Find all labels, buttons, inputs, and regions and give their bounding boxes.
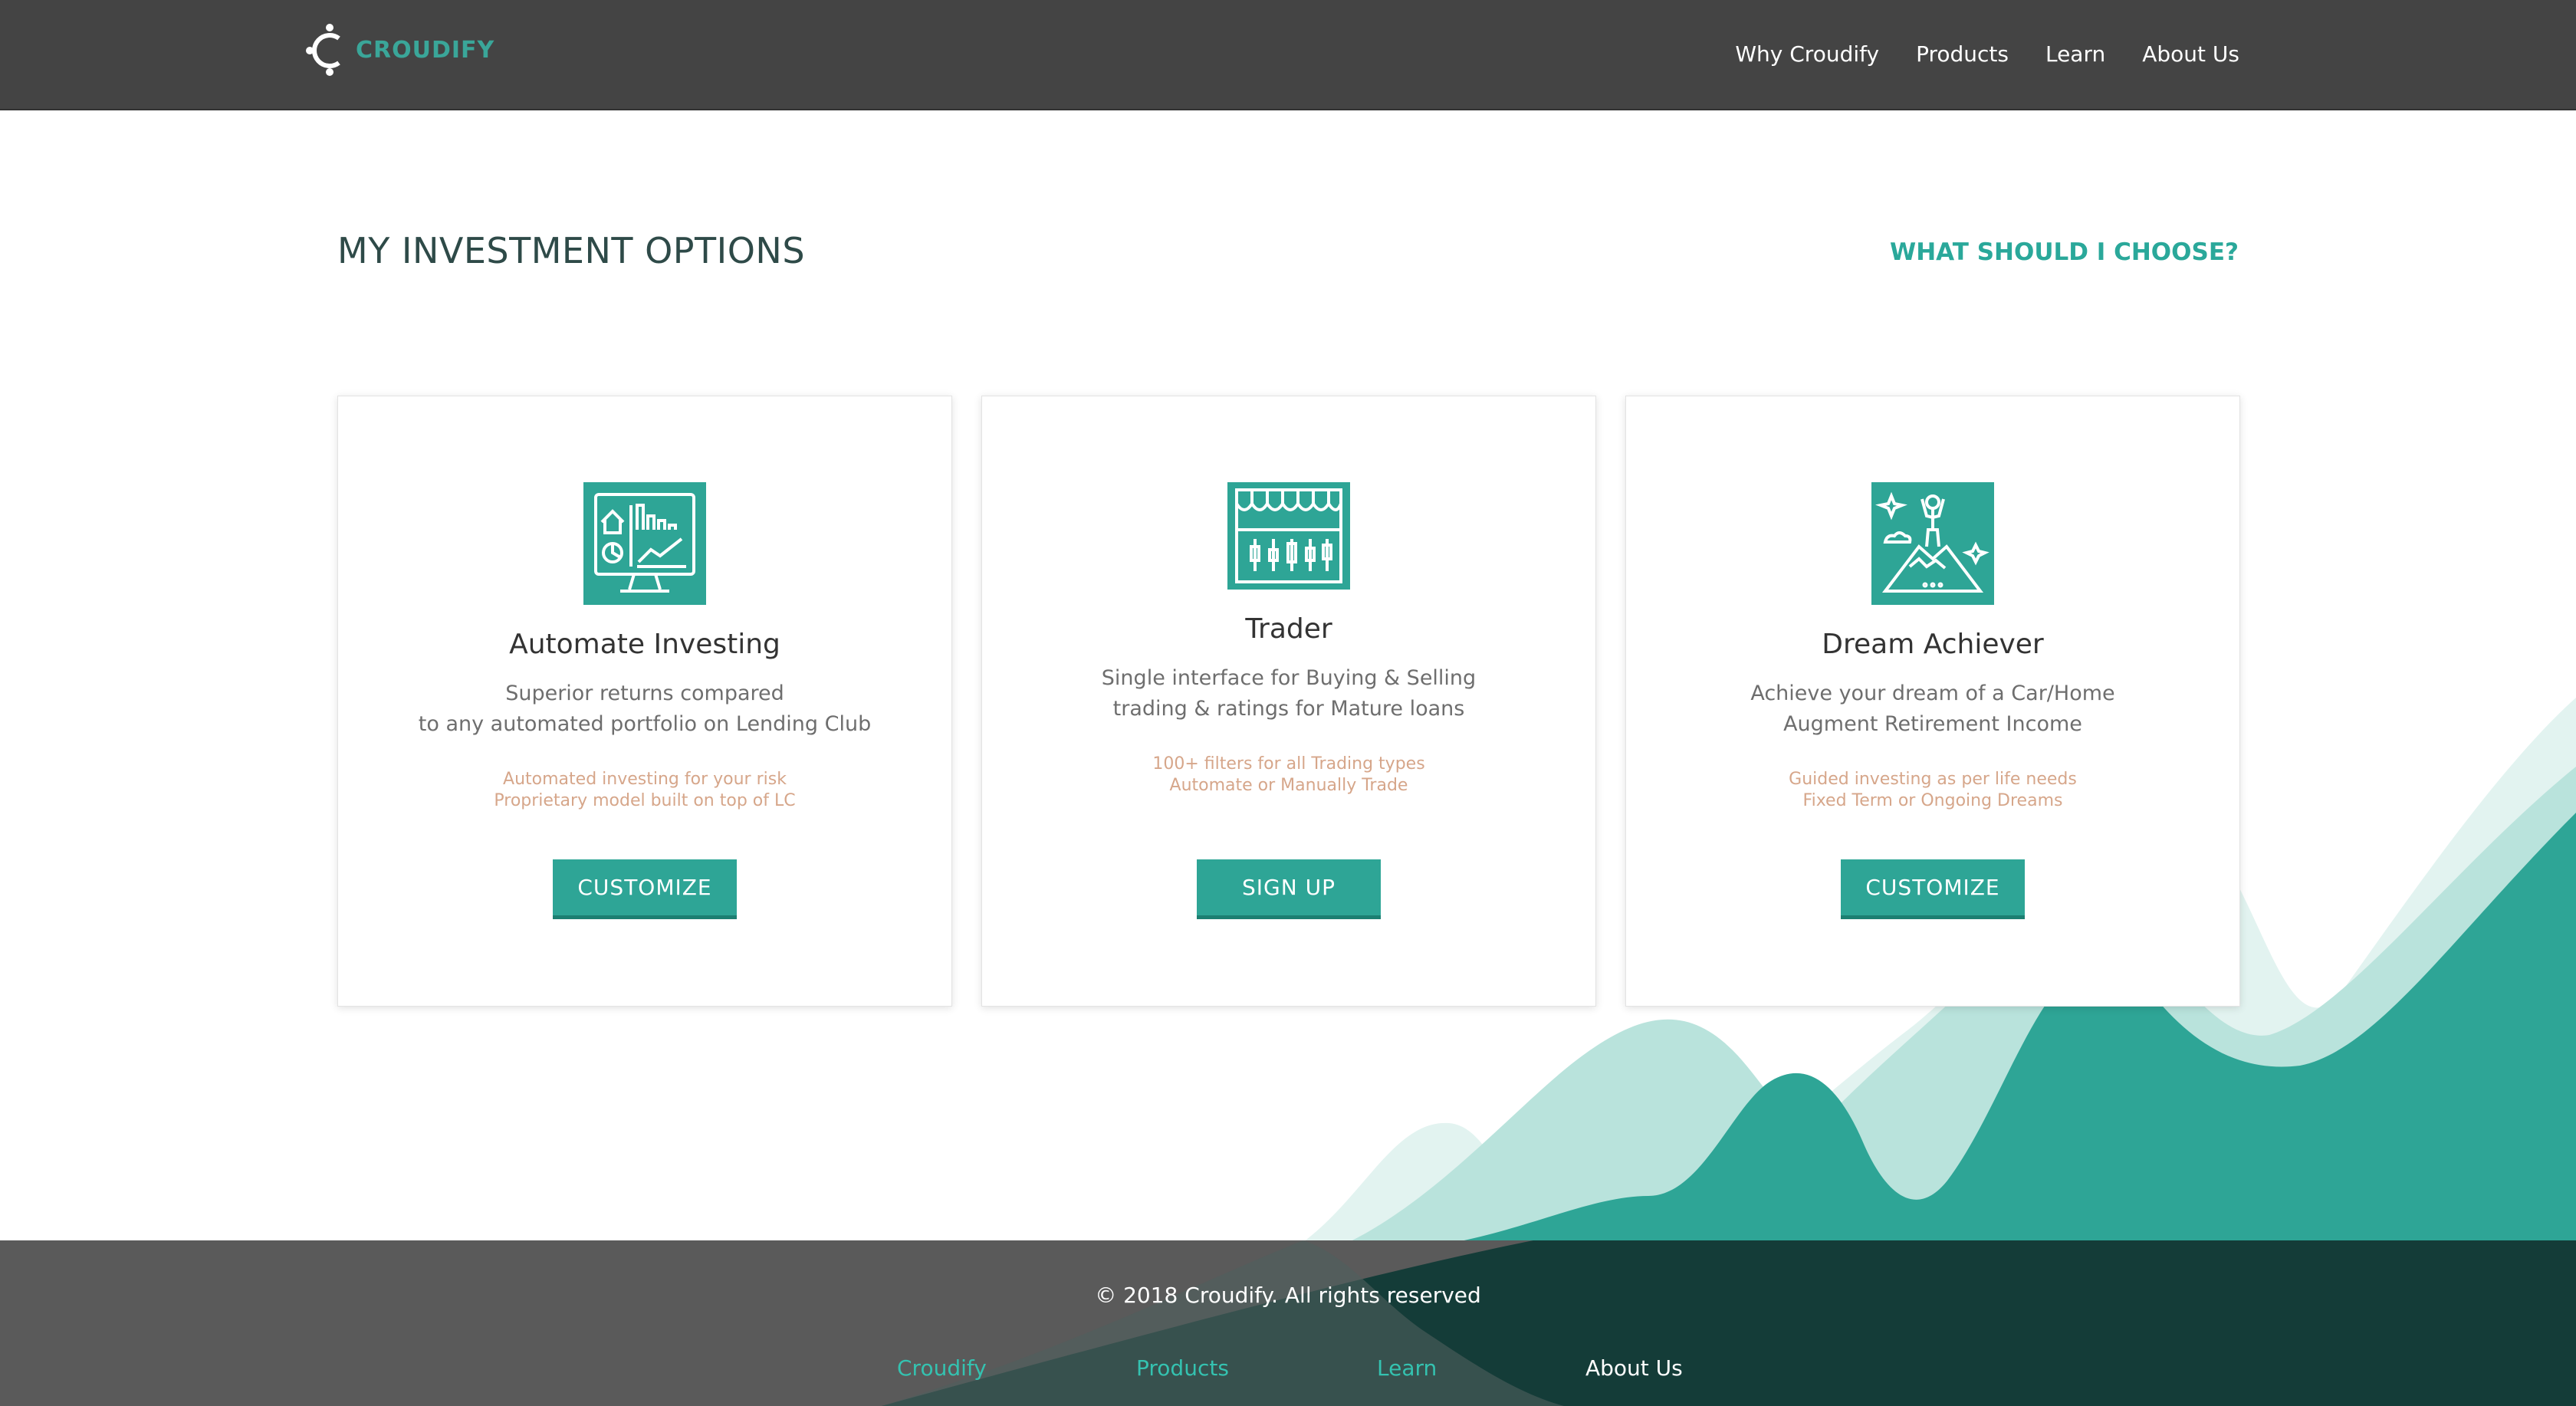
copyright-text: © 2018 Croudify. All rights reserved xyxy=(1095,1283,1481,1308)
mountain-summit-icon xyxy=(1871,482,1994,605)
what-should-i-choose-link[interactable]: WHAT SHOULD I CHOOSE? xyxy=(1890,238,2239,266)
page-title: MY INVESTMENT OPTIONS xyxy=(337,230,806,271)
card-description: Superior returns compared to any automat… xyxy=(418,682,872,736)
card-automate-investing: Automate Investing Superior returns comp… xyxy=(337,396,952,1007)
nav-about-us[interactable]: About Us xyxy=(2142,41,2239,67)
main-nav: Why Croudify Products Learn About Us xyxy=(1698,41,2239,67)
card-title: Automate Investing xyxy=(509,629,780,660)
footer-links: Croudify Products Learn About Us xyxy=(0,1355,2576,1386)
nav-products[interactable]: Products xyxy=(1916,41,2009,67)
brand-logo[interactable]: CROUDIFY xyxy=(305,23,495,77)
card-title: Trader xyxy=(1245,613,1332,645)
footer-link-learn[interactable]: Learn xyxy=(1377,1355,1437,1381)
nav-learn[interactable]: Learn xyxy=(2045,41,2105,67)
footer-link-croudify[interactable]: Croudify xyxy=(897,1355,987,1381)
nav-why-croudify[interactable]: Why Croudify xyxy=(1735,41,1879,67)
card-note: Automated investing for your risk Propri… xyxy=(494,770,796,810)
card-dream-achiever: Dream Achiever Achieve your dream of a C… xyxy=(1625,396,2240,1007)
card-title: Dream Achiever xyxy=(1822,629,2044,660)
top-navbar: CROUDIFY Why Croudify Products Learn Abo… xyxy=(0,0,2576,110)
market-stall-icon xyxy=(1227,482,1350,590)
customize-button[interactable]: CUSTOMIZE xyxy=(553,859,737,919)
sign-up-button[interactable]: SIGN UP xyxy=(1197,859,1381,919)
customize-button[interactable]: CUSTOMIZE xyxy=(1841,859,2025,919)
page-footer: © 2018 Croudify. All rights reserved Cro… xyxy=(0,1240,2576,1406)
card-note: Guided investing as per life needs Fixed… xyxy=(1789,770,2077,810)
footer-link-about-us[interactable]: About Us xyxy=(1585,1355,1683,1381)
card-note: 100+ filters for all Trading types Autom… xyxy=(1152,754,1425,795)
card-description: Single interface for Buying & Selling tr… xyxy=(1101,666,1477,721)
card-trader: Trader Single interface for Buying & Sel… xyxy=(981,396,1596,1007)
card-description: Achieve your dream of a Car/Home Augment… xyxy=(1750,682,2115,736)
brand-name: CROUDIFY xyxy=(356,36,495,64)
croudify-logo-icon xyxy=(306,24,340,76)
footer-link-products[interactable]: Products xyxy=(1136,1355,1229,1381)
dashboard-monitor-icon xyxy=(583,482,706,605)
